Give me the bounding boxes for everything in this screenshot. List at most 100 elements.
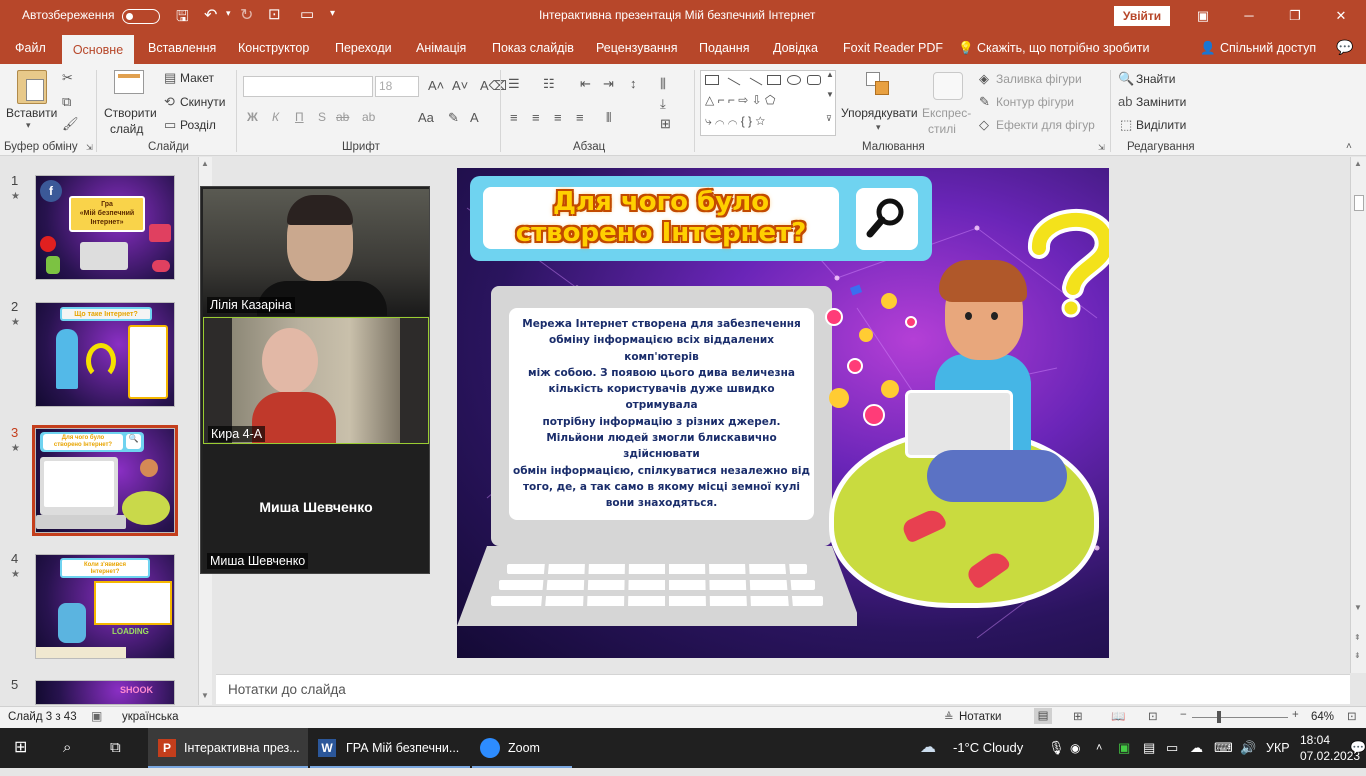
scroll-down-icon[interactable]: ▼ bbox=[1354, 603, 1362, 612]
tab-file[interactable]: Файл bbox=[15, 41, 46, 55]
scroll-thumb[interactable] bbox=[1354, 195, 1364, 211]
tab-foxit[interactable]: Foxit Reader PDF bbox=[843, 41, 943, 55]
taskbar-app-word[interactable]: W ГРА Мій безпечни... bbox=[310, 728, 470, 768]
distributed-icon[interactable]: ⫴ bbox=[606, 110, 611, 126]
autosave-toggle[interactable] bbox=[122, 9, 160, 24]
video-tile-1[interactable]: Лілія Казаріна bbox=[203, 189, 429, 316]
quick-styles-button[interactable]: Експрес- bbox=[922, 106, 971, 120]
copy-icon[interactable]: ⧉ bbox=[62, 94, 71, 110]
onedrive-icon[interactable]: ☁ bbox=[1190, 728, 1203, 768]
highlight-icon[interactable]: ✎ bbox=[448, 110, 459, 126]
previous-slide-icon[interactable]: ⇞ bbox=[1354, 633, 1361, 642]
find-button[interactable]: Знайти bbox=[1136, 72, 1175, 86]
shapes-gallery[interactable]: △ ⌐ ⌐ ⇨ ⇩ ⬠ ⤷ ⌒ ⌒ { } ☆ bbox=[700, 70, 836, 136]
columns-icon[interactable]: ⫼ bbox=[660, 76, 666, 92]
arrange-dropdown-icon[interactable]: ▾ bbox=[876, 122, 881, 133]
increase-indent-icon[interactable]: ⇥ bbox=[603, 76, 614, 92]
slide-thumbnail-1[interactable]: f Гра «Мій безпечний Інтернет» bbox=[35, 175, 175, 280]
taskbar-app-zoom[interactable]: Zoom bbox=[472, 728, 572, 768]
ribbon-display-icon[interactable]: ▣ bbox=[1180, 0, 1226, 32]
present-icon[interactable]: ▭ bbox=[300, 5, 314, 23]
quick-styles-label[interactable]: стилі bbox=[928, 122, 956, 136]
grow-font-icon[interactable]: A˄ bbox=[428, 78, 444, 93]
scroll-up-icon[interactable]: ▲ bbox=[1354, 159, 1362, 168]
quick-styles-icon[interactable] bbox=[933, 72, 963, 100]
numbering-icon[interactable]: ☷ bbox=[543, 76, 555, 92]
tab-slideshow[interactable]: Показ слайдів bbox=[492, 41, 574, 55]
zoom-tray-icon[interactable]: ◉ bbox=[1070, 728, 1080, 768]
fit-slide-icon[interactable]: ⊡ bbox=[1347, 709, 1357, 723]
format-painter-icon[interactable]: 🖌 bbox=[62, 116, 79, 132]
shape-fill-button[interactable]: Заливка фігури bbox=[996, 72, 1082, 86]
paste-button[interactable]: Вставити bbox=[6, 106, 57, 120]
change-case-icon[interactable]: Aa bbox=[418, 110, 434, 125]
signin-button[interactable]: Увійти bbox=[1114, 6, 1170, 26]
notes-button[interactable]: Нотатки bbox=[959, 711, 1001, 723]
underline-button[interactable]: П bbox=[295, 110, 304, 124]
tab-insert[interactable]: Вставлення bbox=[148, 41, 216, 55]
scroll-down-icon[interactable]: ▼ bbox=[201, 691, 209, 700]
font-size-input[interactable]: 18 bbox=[375, 76, 419, 97]
tab-view[interactable]: Подання bbox=[699, 41, 749, 55]
zoom-out-icon[interactable]: − bbox=[1180, 709, 1187, 721]
collapse-ribbon-icon[interactable]: ˄ bbox=[1346, 141, 1352, 152]
shrink-font-icon[interactable]: A˅ bbox=[452, 78, 468, 93]
select-button[interactable]: Виділити bbox=[1136, 118, 1186, 132]
gallery-more-icon[interactable]: ⊽ bbox=[826, 114, 832, 123]
search-icon[interactable]: ⌕ bbox=[63, 728, 71, 768]
slide-thumbnail-2[interactable]: Що таке Інтернет? bbox=[35, 302, 175, 407]
video-tile-2[interactable]: Кира 4-А bbox=[203, 317, 429, 444]
align-left-icon[interactable]: ≡ bbox=[510, 110, 518, 125]
tab-transitions[interactable]: Переходи bbox=[335, 41, 392, 55]
layout-button[interactable]: Макет bbox=[180, 71, 214, 85]
weather-widget[interactable]: -1°C Cloudy bbox=[953, 728, 1023, 768]
video-tile-3[interactable]: Миша Шевченко Миша Шевченко bbox=[203, 445, 429, 573]
section-button[interactable]: Розділ bbox=[180, 118, 216, 132]
strikethrough-button[interactable]: ab bbox=[336, 110, 349, 124]
windows-start-icon[interactable]: ⊞ bbox=[14, 728, 34, 768]
customize-toolbar-icon[interactable]: ▾ bbox=[330, 8, 335, 19]
undo-icon[interactable]: ↶ bbox=[204, 5, 217, 25]
slide-thumbnail-3[interactable]: Для чого було створено Інтернет? 🔍 bbox=[35, 428, 175, 533]
italic-button[interactable]: К bbox=[272, 110, 279, 124]
shape-effects-button[interactable]: Ефекти для фігур bbox=[996, 118, 1095, 132]
restore-icon[interactable]: ❐ bbox=[1272, 0, 1318, 32]
tab-animations[interactable]: Анімація bbox=[416, 41, 466, 55]
smartart-icon[interactable]: ⊞ bbox=[660, 116, 671, 132]
save-icon[interactable]: 🖫 bbox=[176, 6, 189, 31]
slideshow-icon[interactable]: ⊡ bbox=[1148, 709, 1158, 723]
tell-me-search[interactable]: Скажіть, що потрібно зробити bbox=[977, 41, 1150, 55]
replace-button[interactable]: Замінити bbox=[1136, 95, 1186, 109]
spellcheck-icon[interactable]: ▣ bbox=[91, 709, 102, 723]
tab-help[interactable]: Довідка bbox=[773, 41, 818, 55]
bold-button[interactable]: Ж bbox=[247, 110, 258, 124]
strike-button[interactable]: S bbox=[318, 110, 326, 124]
close-icon[interactable]: ✕ bbox=[1318, 0, 1364, 32]
zoom-slider[interactable] bbox=[1192, 717, 1288, 718]
shape-outline-button[interactable]: Контур фігури bbox=[996, 95, 1074, 109]
minimize-icon[interactable]: ─ bbox=[1226, 0, 1272, 32]
redo-icon[interactable]: ↻ bbox=[240, 5, 253, 25]
bullets-icon[interactable]: ☰ bbox=[508, 76, 520, 92]
reset-button[interactable]: Скинути bbox=[180, 95, 225, 109]
text-direction-icon[interactable]: ⤓ bbox=[660, 96, 666, 112]
new-slide-label[interactable]: слайд bbox=[110, 122, 143, 136]
share-button[interactable]: Спільний доступ bbox=[1220, 41, 1316, 55]
arrange-button[interactable]: Упорядкувати bbox=[841, 106, 918, 120]
font-color-icon[interactable]: A bbox=[470, 110, 479, 125]
normal-view-icon[interactable]: ▤ bbox=[1034, 708, 1052, 724]
cut-icon[interactable]: ✂ bbox=[62, 70, 73, 86]
microphone-icon[interactable]: 🎙 bbox=[1048, 728, 1065, 768]
gallery-up-icon[interactable]: ▲ bbox=[826, 70, 834, 79]
clear-format-icon[interactable]: A⌫ bbox=[480, 78, 507, 94]
new-slide-icon[interactable] bbox=[114, 70, 144, 94]
arrange-icon[interactable] bbox=[866, 72, 892, 98]
paste-icon[interactable] bbox=[17, 70, 47, 104]
notes-pane[interactable]: Нотатки до слайда bbox=[216, 674, 1350, 704]
slide-canvas[interactable]: Для чого було створено Інтернет? Мережа … bbox=[457, 168, 1109, 658]
drawing-launcher-icon[interactable]: ⇲ bbox=[1098, 143, 1105, 152]
language-indicator[interactable]: українська bbox=[122, 711, 179, 723]
align-right-icon[interactable]: ≡ bbox=[554, 110, 562, 125]
zoom-slider-thumb[interactable] bbox=[1217, 711, 1221, 723]
volume-icon[interactable]: 🔊 bbox=[1240, 728, 1256, 768]
